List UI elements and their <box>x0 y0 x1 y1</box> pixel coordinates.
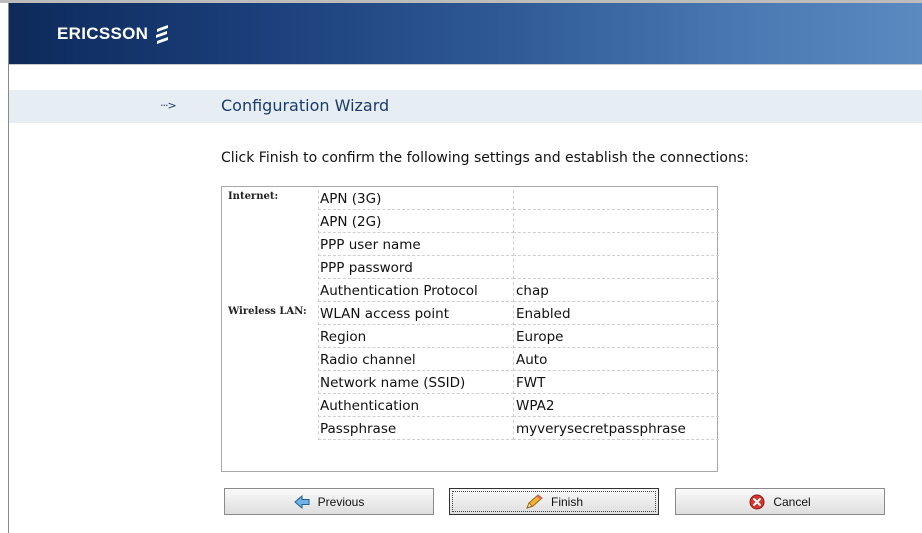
setting-label: Authentication Protocol <box>318 282 514 302</box>
setting-label: Network name (SSID) <box>318 374 514 394</box>
setting-label: Radio channel <box>318 351 514 371</box>
setting-label: PPP password <box>318 259 514 279</box>
table-row: Radio channel Auto <box>222 348 719 371</box>
table-row: Authentication Protocol chap <box>222 279 719 302</box>
page-title: Configuration Wizard <box>221 96 390 115</box>
setting-value <box>513 190 719 210</box>
section-label-wireless-lan: Wireless LAN: <box>228 306 307 317</box>
finish-button-label: Finish <box>550 494 583 509</box>
table-row: Network name (SSID) FWT <box>222 371 719 394</box>
brand-name: ERICSSON <box>57 24 149 43</box>
cancel-icon <box>749 494 765 509</box>
arrow-left-icon <box>293 494 310 509</box>
setting-label: Passphrase <box>318 420 514 440</box>
previous-button[interactable]: Previous <box>224 488 434 515</box>
setting-value: myverysecretpassphrase <box>513 420 719 440</box>
settings-summary-table: Internet: APN (3G) APN (2G) PPP user nam… <box>221 186 719 472</box>
left-border <box>8 3 9 533</box>
pencil-icon <box>526 493 543 509</box>
setting-value: Europe <box>513 328 719 348</box>
cancel-button[interactable]: Cancel <box>675 488 885 515</box>
table-row: APN (2G) <box>222 210 719 233</box>
header-divider <box>9 64 922 65</box>
table-row: Wireless LAN: WLAN access point Enabled <box>222 302 719 325</box>
title-bar <box>9 90 922 123</box>
ericsson-logo: ERICSSON <box>57 24 170 44</box>
setting-value: FWT <box>513 374 719 394</box>
table-row: PPP user name <box>222 233 719 256</box>
setting-label: PPP user name <box>318 236 514 256</box>
setting-value <box>513 236 719 256</box>
dotted-arrow-icon: ···> <box>160 99 177 112</box>
table-row: Passphrase myverysecretpassphrase <box>222 417 719 440</box>
instruction-text: Click Finish to confirm the following se… <box>221 150 749 166</box>
setting-label: APN (3G) <box>318 190 514 210</box>
setting-label: WLAN access point <box>318 305 514 325</box>
setting-value <box>513 213 719 233</box>
previous-button-label: Previous <box>317 494 365 509</box>
setting-value: Enabled <box>513 305 719 325</box>
setting-label: APN (2G) <box>318 213 514 233</box>
table-row: Internet: APN (3G) <box>222 187 719 210</box>
finish-button[interactable]: Finish <box>449 488 659 515</box>
setting-value: Auto <box>513 351 719 371</box>
ericsson-logo-icon <box>156 25 169 44</box>
setting-label: Region <box>318 328 514 348</box>
setting-value <box>513 259 719 279</box>
header-banner: ERICSSON <box>9 3 922 64</box>
cancel-button-label: Cancel <box>773 494 811 509</box>
section-label-internet: Internet: <box>228 191 279 202</box>
setting-value: WPA2 <box>513 397 719 417</box>
setting-value: chap <box>513 282 719 302</box>
table-row: Region Europe <box>222 325 719 348</box>
table-row: PPP password <box>222 256 719 279</box>
setting-label: Authentication <box>318 397 514 417</box>
table-row: Authentication WPA2 <box>222 394 719 417</box>
